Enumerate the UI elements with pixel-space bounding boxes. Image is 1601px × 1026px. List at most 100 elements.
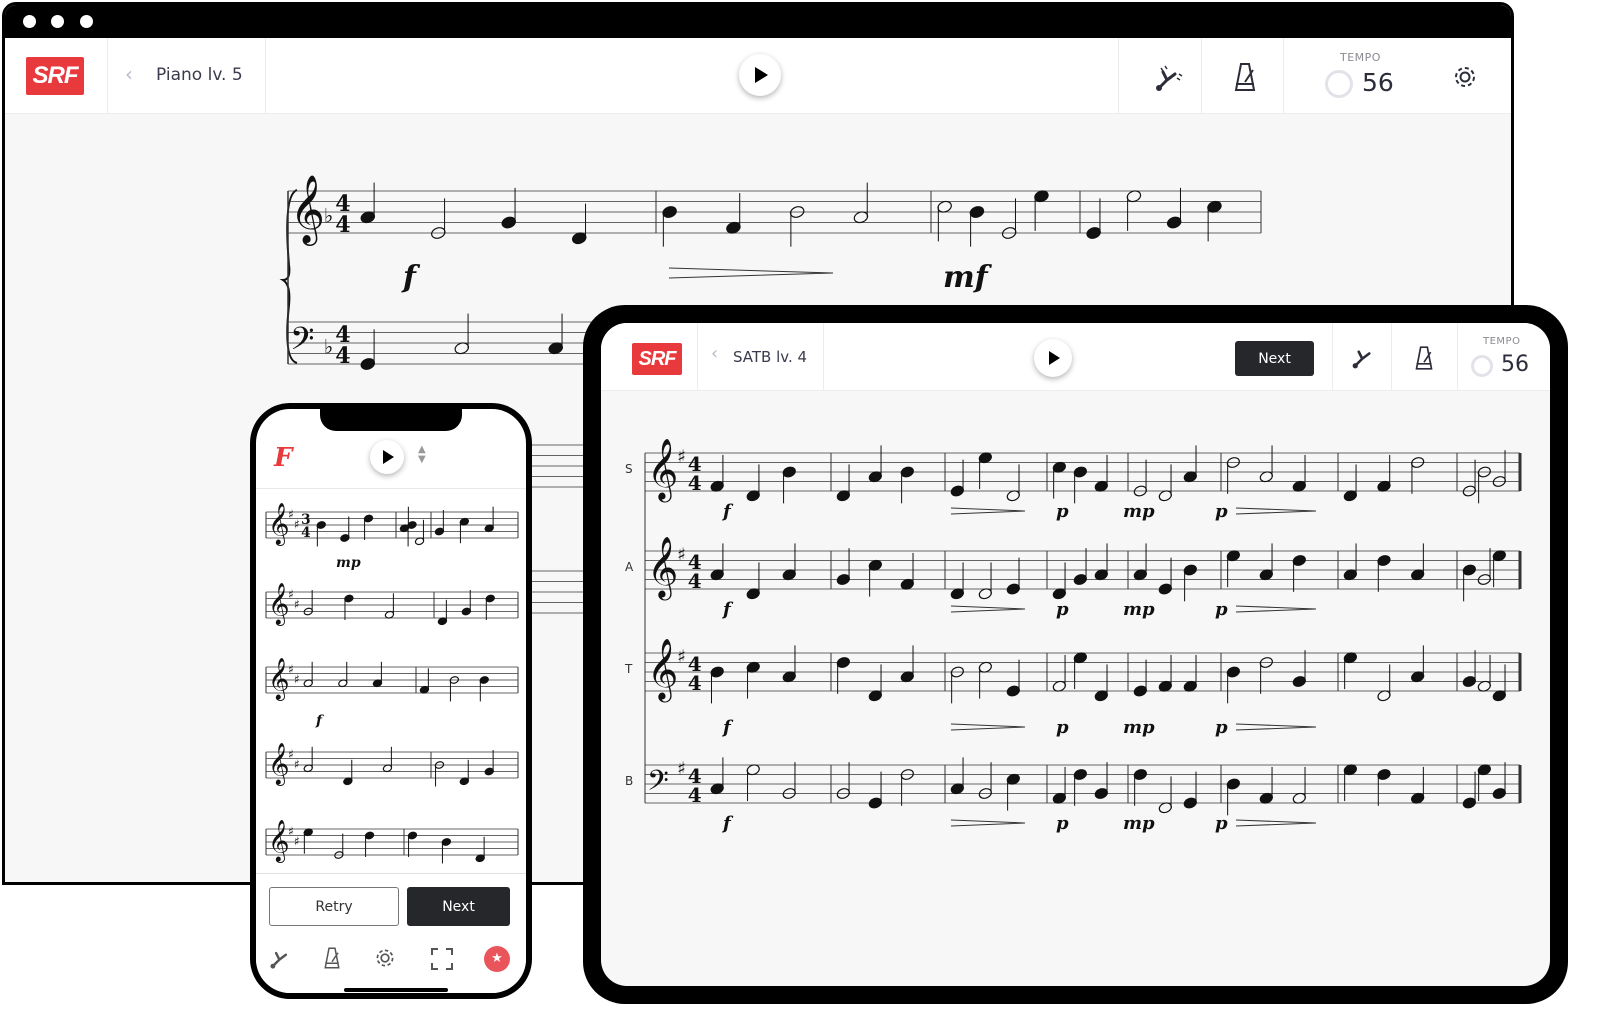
dynamic-marking: p — [1215, 501, 1228, 522]
phone-footer: Retry Next ★ — [256, 873, 526, 993]
note-head — [1006, 583, 1020, 595]
note-head — [1133, 685, 1147, 697]
note-head — [1377, 769, 1391, 780]
note-head — [836, 574, 850, 585]
time-signature: 4 — [688, 471, 702, 495]
decrescendo-hairpin — [950, 507, 1026, 515]
note-head — [950, 485, 964, 497]
sharp-sign: ♯ — [677, 647, 686, 668]
time-signature: 4 — [301, 525, 311, 541]
note-head — [1166, 216, 1182, 229]
note-head — [1462, 797, 1476, 809]
dynamic-marking: f — [721, 813, 734, 834]
note-head — [1073, 466, 1087, 478]
tuning-fork-icon[interactable] — [268, 945, 294, 971]
dynamic-marking: f — [401, 260, 421, 295]
treble-clef: 𝄞 — [268, 656, 290, 700]
note-head — [868, 797, 882, 809]
treble-clef: 𝄞 — [268, 581, 290, 625]
note-head — [1158, 583, 1172, 595]
note-head — [501, 216, 516, 229]
tablet-device: SRF ‹ SATB lv. 4 Next TEMPO 56 S 𝄞 ♯ 4 4 f p mp… — [583, 305, 1568, 1004]
voice-label: S — [625, 462, 633, 476]
treble-clef: 𝄞 — [647, 438, 678, 502]
note-head — [710, 666, 724, 678]
treble-clef: 𝄞 — [268, 818, 290, 862]
decrescendo-hairpin — [1235, 605, 1317, 613]
treble-clef: 𝄞 — [268, 501, 290, 545]
voice-label: T — [624, 662, 633, 676]
decrescendo-hairpin — [668, 267, 834, 279]
bass-clef: 𝄢 — [647, 764, 669, 804]
note-head — [662, 206, 677, 218]
sharp-sign: ♯ — [294, 672, 300, 686]
gear-icon[interactable] — [374, 947, 396, 969]
note-head — [1133, 769, 1147, 780]
voice-label: A — [625, 560, 634, 574]
dynamic-marking: mp — [336, 555, 361, 571]
note-head — [782, 466, 796, 478]
note-head — [1462, 676, 1476, 687]
dynamic-marking: p — [1215, 717, 1228, 738]
treble-clef: 𝄞 — [290, 174, 325, 246]
dynamic-marking: f — [721, 501, 734, 522]
dynamic-marking: p — [1056, 599, 1069, 620]
dynamic-marking: p — [1056, 501, 1069, 522]
satb-score: S 𝄞♯ 44f p mp pA 𝄞♯ 44f p mp pT 𝄞♯ 44f p mp pB 𝄢 ♯ 44f p mp p — [624, 438, 1522, 834]
note-head — [1073, 769, 1087, 780]
dynamic-marking: p — [1056, 717, 1069, 738]
fullscreen-icon[interactable] — [431, 948, 453, 970]
dynamic-marking: mp — [1123, 717, 1155, 738]
tablet-screen: SRF ‹ SATB lv. 4 Next TEMPO 56 S 𝄞 ♯ 4 4 f p mp… — [601, 323, 1550, 986]
note-head — [1292, 676, 1306, 687]
note-head — [1073, 574, 1087, 585]
phone-device: F ▲ ▼ 𝄞 ♯ ♯ 3 4 𝄞 ♯ ♯ 𝄞 ♯ ♯ 𝄞 ♯ ♯ 𝄞 ♯ ♯ mp f Retry Next ★ — [250, 403, 532, 999]
dynamic-marking: f — [721, 599, 734, 620]
dynamic-marking: p — [1056, 813, 1069, 834]
note-head — [360, 358, 376, 370]
decrescendo-hairpin — [950, 605, 1026, 613]
dynamic-marking: p — [1215, 599, 1228, 620]
star-icon[interactable]: ★ — [484, 946, 510, 972]
dynamic-marking: p — [1215, 813, 1228, 834]
retry-button[interactable]: Retry — [269, 887, 399, 926]
flat-sign: ♭ — [324, 204, 333, 228]
metronome-icon[interactable] — [323, 946, 341, 970]
treble-clef: 𝄞 — [647, 536, 678, 600]
note-head — [1094, 788, 1108, 799]
sharp-sign: ♯ — [294, 757, 300, 771]
note-head — [1183, 797, 1197, 809]
dynamic-marking: mp — [1123, 501, 1155, 522]
decrescendo-hairpin — [1235, 723, 1317, 731]
note-head — [1226, 778, 1240, 790]
note-head — [1292, 555, 1306, 566]
dynamic-marking: mp — [1123, 813, 1155, 834]
flat-sign: ♭ — [324, 335, 333, 359]
note-head — [969, 206, 985, 218]
home-indicator — [344, 988, 448, 992]
time-signature: 4 — [688, 783, 702, 807]
sharp-sign: ♯ — [294, 517, 300, 531]
dynamic-marking: f — [721, 717, 734, 738]
decrescendo-hairpin — [950, 723, 1026, 731]
time-signature: 4 — [335, 212, 350, 238]
dynamic-marking: f — [315, 713, 325, 729]
bass-clef: 𝄢 — [290, 321, 314, 365]
dynamic-marking: mf — [943, 260, 993, 295]
note-head — [836, 657, 850, 668]
time-signature: 4 — [688, 569, 702, 593]
time-signature: 4 — [688, 671, 702, 695]
note-head — [1183, 564, 1197, 576]
note-head — [1226, 666, 1240, 678]
next-button[interactable]: Next — [407, 887, 510, 926]
note-head — [1086, 227, 1101, 239]
sharp-sign: ♯ — [677, 759, 686, 780]
sharp-sign: ♯ — [677, 447, 686, 468]
note-head — [1462, 564, 1476, 576]
sharp-sign: ♯ — [677, 545, 686, 566]
treble-clef: 𝄞 — [647, 638, 678, 702]
time-signature: 4 — [335, 343, 350, 369]
sharp-sign: ♯ — [294, 834, 300, 848]
phone-screen: F ▲ ▼ 𝄞 ♯ ♯ 3 4 𝄞 ♯ ♯ 𝄞 ♯ ♯ 𝄞 ♯ ♯ 𝄞 ♯ ♯ mp f Retry Next ★ — [256, 409, 526, 993]
decrescendo-hairpin — [950, 819, 1026, 827]
